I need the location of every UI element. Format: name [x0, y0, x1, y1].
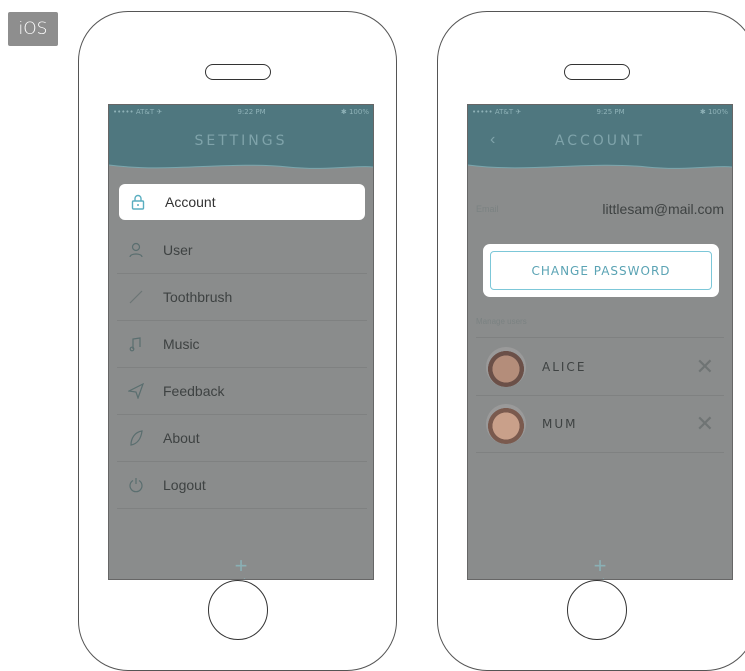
phone-settings: ••••• AT&T ✈ 9:22 PM ✱ 100% SETTINGS Acc…: [78, 11, 397, 671]
account-screen: ••••• AT&T ✈ 9:25 PM ✱ 100% ‹ ACCOUNT Em…: [467, 104, 733, 580]
account-navbar: ••••• AT&T ✈ 9:25 PM ✱ 100% ‹ ACCOUNT: [468, 105, 732, 175]
status-bar: ••••• AT&T ✈ 9:25 PM ✱ 100%: [472, 108, 728, 118]
user-name: ALICE: [542, 359, 587, 374]
carrier-text: ••••• AT&T ✈: [472, 108, 522, 116]
menu-item-label: Logout: [163, 477, 206, 493]
menu-item-label: User: [163, 242, 193, 258]
battery-text: ✱ 100%: [699, 108, 728, 116]
page-title: ACCOUNT: [554, 133, 646, 149]
change-password-button[interactable]: CHANGE PASSWORD: [490, 251, 712, 290]
home-button[interactable]: [207, 580, 268, 640]
close-icon[interactable]: ✕: [696, 354, 714, 380]
phone-account: ••••• AT&T ✈ 9:25 PM ✱ 100% ‹ ACCOUNT Em…: [437, 11, 745, 671]
avatar: [486, 404, 526, 444]
add-button[interactable]: +: [235, 553, 248, 579]
menu-item-label: Toothbrush: [163, 289, 233, 305]
email-label: Email: [476, 204, 499, 214]
navbar-wave: [468, 164, 732, 175]
menu-item-account[interactable]: Account: [119, 184, 365, 220]
menu-item-toothbrush[interactable]: Toothbrush: [117, 274, 367, 321]
menu-item-label: Account: [165, 194, 216, 210]
user-row-alice[interactable]: ALICE ✕: [476, 337, 724, 395]
navbar-wave: [109, 164, 373, 175]
carrier-text: ••••• AT&T ✈: [113, 108, 163, 116]
user-icon: [126, 240, 146, 260]
time-text: 9:25 PM: [596, 108, 625, 116]
menu-item-feedback[interactable]: Feedback: [117, 368, 367, 415]
menu-item-about[interactable]: About: [117, 415, 367, 462]
home-button[interactable]: [566, 580, 627, 640]
speaker-slot: [563, 64, 630, 80]
time-text: 9:22 PM: [237, 108, 266, 116]
send-icon: [126, 381, 146, 401]
close-icon[interactable]: ✕: [696, 411, 714, 437]
page-title: SETTINGS: [194, 133, 288, 149]
change-password-highlight: CHANGE PASSWORD: [483, 244, 719, 297]
menu-item-user[interactable]: User: [117, 227, 367, 274]
battery-text: ✱ 100%: [340, 108, 369, 116]
user-row-mum[interactable]: MUM ✕: [476, 395, 724, 453]
platform-badge: iOS: [8, 12, 58, 46]
menu-item-label: Feedback: [163, 383, 225, 399]
email-value: littlesam@mail.com: [602, 201, 724, 217]
toothbrush-icon: [126, 287, 146, 307]
menu-item-label: Music: [163, 336, 200, 352]
menu-item-logout[interactable]: Logout: [117, 462, 367, 509]
speaker-slot: [204, 64, 271, 80]
email-row: Email littlesam@mail.com: [476, 195, 724, 223]
leaf-icon: [126, 428, 146, 448]
settings-screen: ••••• AT&T ✈ 9:22 PM ✱ 100% SETTINGS Acc…: [108, 104, 374, 580]
menu-item-label: About: [163, 430, 200, 446]
settings-navbar: ••••• AT&T ✈ 9:22 PM ✱ 100% SETTINGS: [109, 105, 373, 175]
user-name: MUM: [542, 417, 578, 431]
lock-icon: [128, 192, 148, 212]
power-icon: [126, 475, 146, 495]
status-bar: ••••• AT&T ✈ 9:22 PM ✱ 100%: [113, 108, 369, 118]
menu-item-music[interactable]: Music: [117, 321, 367, 368]
music-icon: [126, 334, 146, 354]
avatar: [486, 346, 526, 387]
manage-users-label: Manage users: [476, 317, 527, 326]
add-button[interactable]: +: [594, 553, 607, 579]
